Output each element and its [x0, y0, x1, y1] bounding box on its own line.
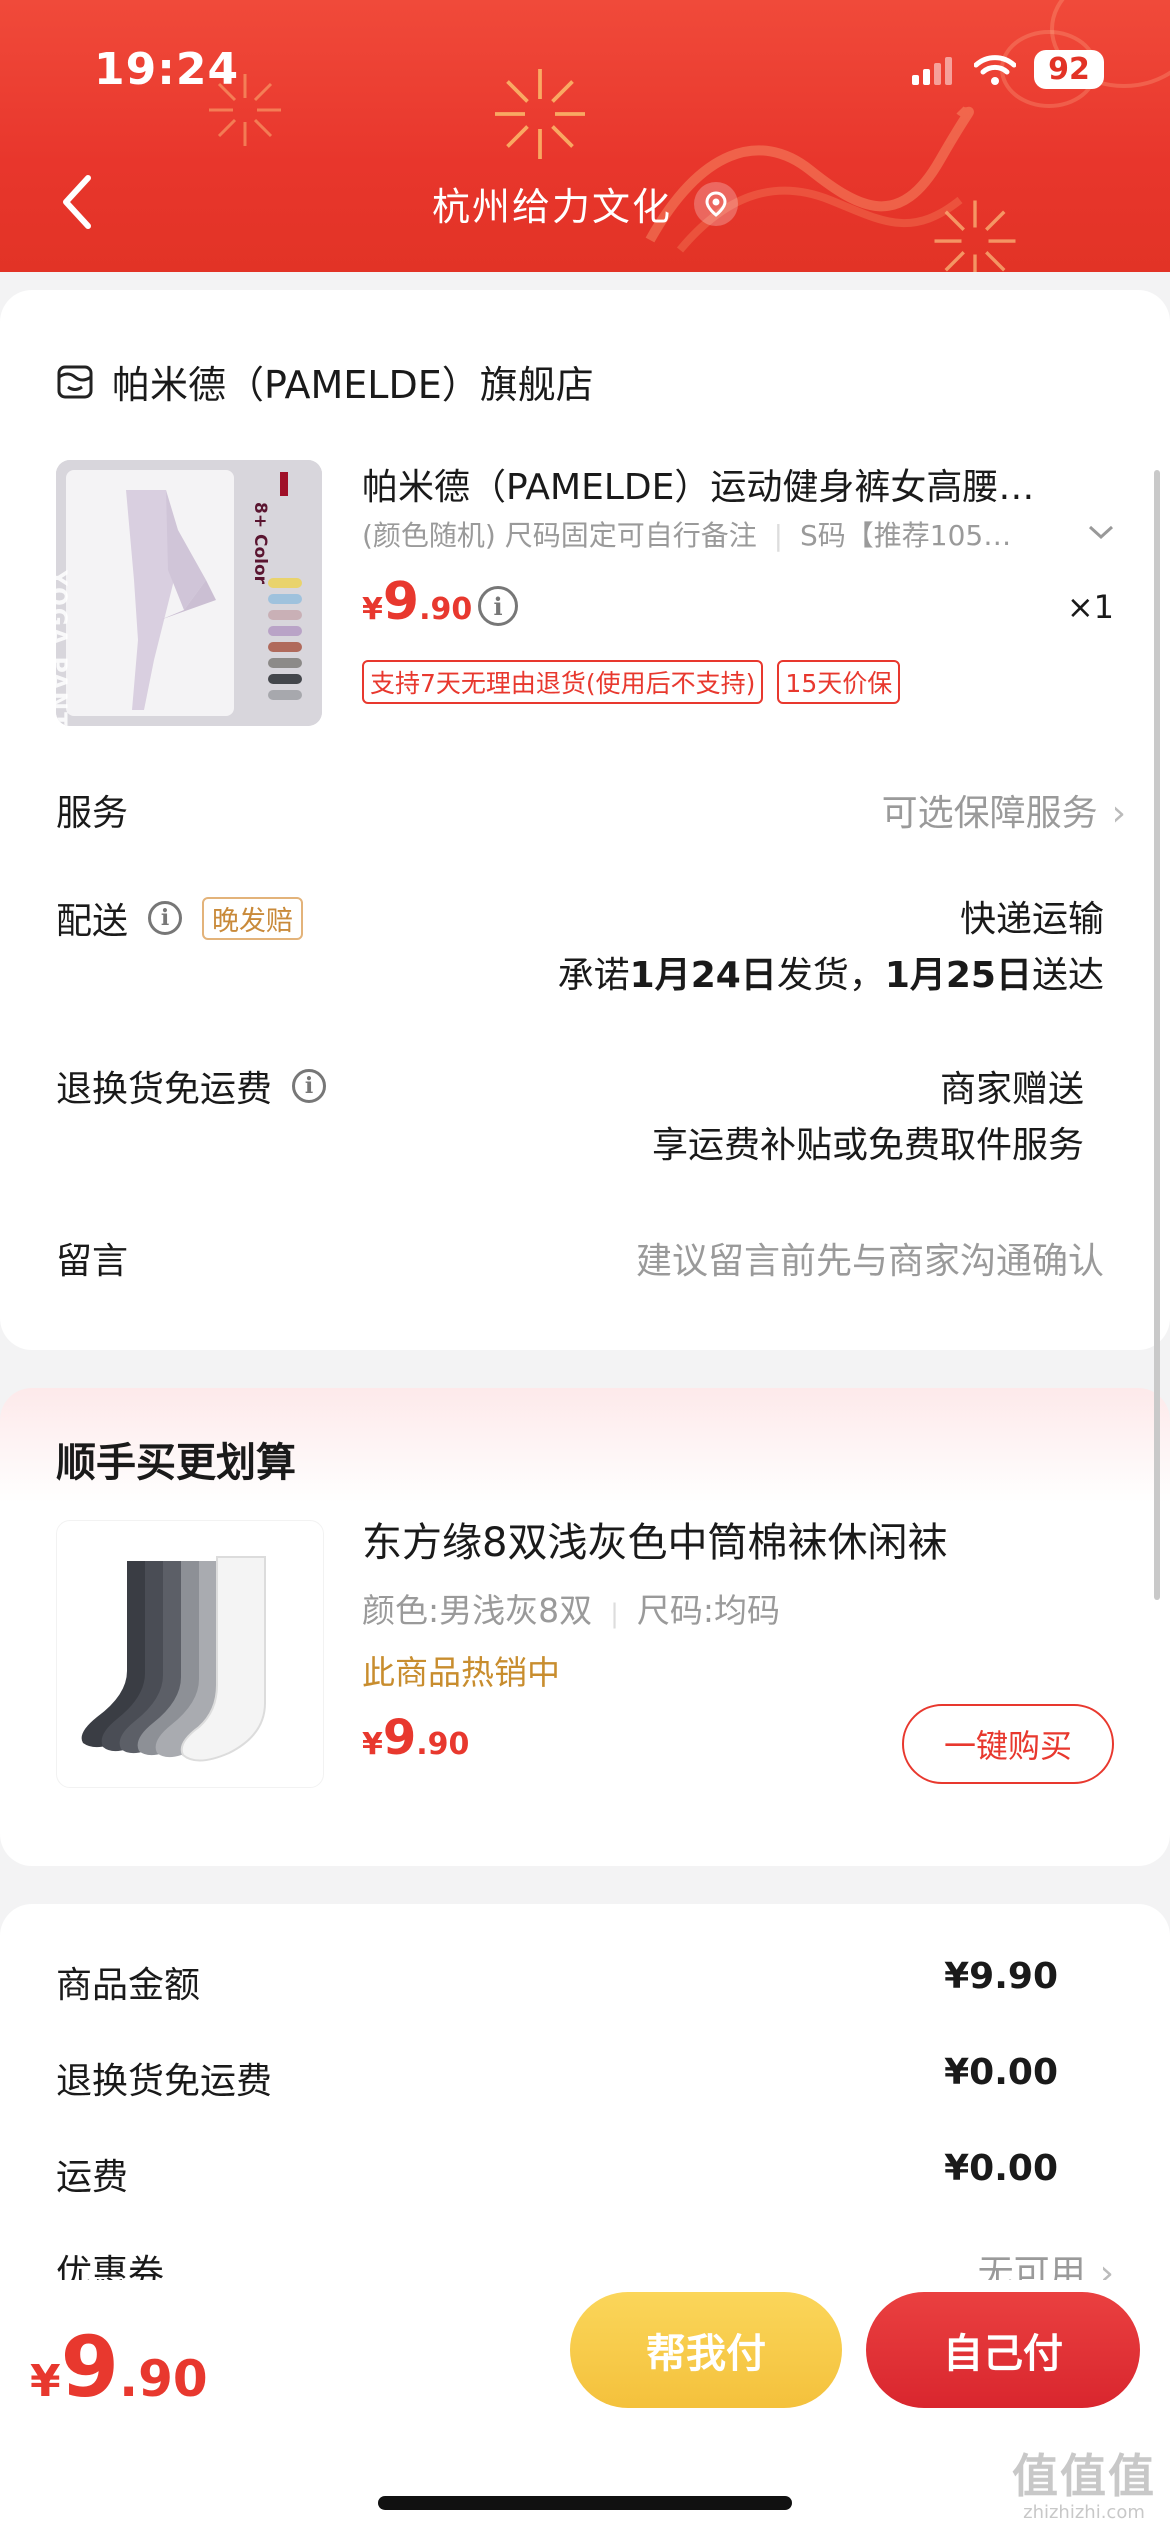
watermark-mark: 值值值 [1012, 2449, 1156, 2503]
late-compensation-badge: 晚发赔 [202, 896, 304, 940]
product-image[interactable]: 8+ Color YOGA PANTS [56, 460, 322, 726]
return-policy-tag: 支持7天无理由退货(使用后不支持) [362, 660, 764, 704]
product-spec[interactable]: (颜色随机) 尺码固定可自行备注 | S码【推荐105… [362, 514, 1052, 554]
delivery-label-row: 配送 i 晚发赔 [56, 892, 304, 944]
status-time: 19:24 [94, 44, 240, 95]
summary-row-value: ¥0.00 [944, 2148, 1058, 2189]
delivery-method[interactable]: 快递运输 [960, 890, 1104, 942]
one-click-buy-button[interactable]: 一键购买 [902, 1704, 1114, 1784]
upsell-title: 顺手买更划算 [56, 1440, 296, 1486]
return-shipping-info-icon[interactable]: i [292, 1069, 327, 1103]
upsell-hot-label: 此商品热销中 [362, 1653, 560, 1692]
header-title-group[interactable]: 杭州给力文化 [0, 176, 1170, 231]
store-row[interactable]: 帕米德（PAMELDE）旗舰店 [56, 354, 594, 409]
image-side-label: YOGA PANTS [56, 570, 70, 726]
ship-date: 1月24日 [629, 955, 777, 996]
wifi-icon [974, 54, 1016, 85]
return-shipping-label-row: 退换货免运费 i [56, 1060, 327, 1112]
price-info-icon[interactable]: i [478, 586, 518, 626]
socks-image [81, 1556, 266, 1762]
self-pay-button[interactable]: 自己付 [866, 2292, 1140, 2408]
delivery-label: 配送 [56, 901, 129, 942]
signal-icon [912, 56, 952, 85]
total-price: ¥9.90 [30, 2318, 208, 2416]
firework-decoration [495, 69, 585, 159]
summary-row-value: ¥9.90 [944, 1956, 1058, 1997]
message-input[interactable]: 建议留言前先与商家沟通确认 [636, 1232, 1104, 1284]
summary-row-value: ¥0.00 [944, 2052, 1058, 2093]
upsell-product-image[interactable] [56, 1520, 324, 1788]
return-shipping-sub: 享运费补贴或免费取件服务 [651, 1125, 1084, 1166]
product-title[interactable]: 帕米德（PAMELDE）运动健身裤女高腰… [362, 458, 1102, 510]
product-quantity: ×1 [1066, 588, 1114, 626]
return-shipping-value: 商家赠送 [939, 1069, 1084, 1110]
image-color-label: 8+ Color [250, 502, 270, 585]
summary-row-label: 退换货免运费 [56, 2061, 273, 2102]
help-pay-button[interactable]: 帮我付 [570, 2292, 842, 2408]
chevron-right-icon: › [1111, 793, 1126, 834]
product-tags: 支持7天无理由退货(使用后不支持) 15天价保 [362, 660, 901, 704]
service-selector[interactable]: 可选保障服务 › [882, 784, 1126, 836]
product-spec-size: S码【推荐105… [800, 519, 1012, 552]
watermark: 值值值 zhizhizhi.com [1012, 2440, 1156, 2523]
product-price: ¥9.90 [362, 572, 473, 632]
scrollbar[interactable] [1154, 470, 1160, 1600]
order-card: 帕米德（PAMELDE）旗舰店 8+ Color YOGA PANTS 帕米德（… [0, 290, 1170, 1350]
checkout-bar: ¥9.90 帮我付 自己付 [0, 2280, 1170, 2532]
product-spec-color: (颜色随机) 尺码固定可自行备注 [362, 519, 757, 552]
arrive-date: 1月25日 [884, 955, 1032, 996]
delivery-promise: 承诺1月24日发货，1月25日送达 [557, 955, 1104, 996]
status-icons: 92 [912, 50, 1104, 89]
price-protect-tag: 15天价保 [777, 660, 901, 704]
upsell-card: 顺手买更划算 东方缘8双浅灰色中筒棉袜休闲袜 颜色:男浅灰8双 | 尺码:均码 此商… [0, 1388, 1170, 1866]
delivery-info-icon[interactable]: i [148, 901, 183, 935]
message-label: 留言 [56, 1241, 129, 1282]
watermark-text: zhizhizhi.com [1023, 2502, 1145, 2523]
home-indicator[interactable] [378, 2496, 792, 2510]
location-icon[interactable] [694, 181, 738, 226]
yoga-pants-image [56, 460, 322, 726]
upsell-product-name[interactable]: 东方缘8双浅灰色中筒棉袜休闲袜 [362, 1510, 947, 1568]
summary-row-label: 商品金额 [56, 1965, 201, 2006]
chevron-down-icon[interactable] [1086, 522, 1116, 542]
battery-indicator: 92 [1034, 50, 1104, 89]
upsell-product-spec: 颜色:男浅灰8双 | 尺码:均码 [362, 1591, 781, 1630]
summary-row-label: 运费 [56, 2157, 129, 2198]
summary-card: 商品金额 ¥9.90 退换货免运费 ¥0.00 运费 ¥0.00 优惠券 无可用… [0, 1904, 1170, 2324]
upsell-price: ¥9.90 [362, 1710, 470, 1766]
store-icon [57, 365, 93, 398]
service-label: 服务 [56, 793, 129, 834]
dragon-decoration [645, 105, 974, 253]
page-title: 杭州给力文化 [431, 185, 672, 229]
header-banner: 19:24 92 杭州给力文化 [0, 0, 1170, 272]
store-name: 帕米德（PAMELDE）旗舰店 [112, 363, 594, 407]
